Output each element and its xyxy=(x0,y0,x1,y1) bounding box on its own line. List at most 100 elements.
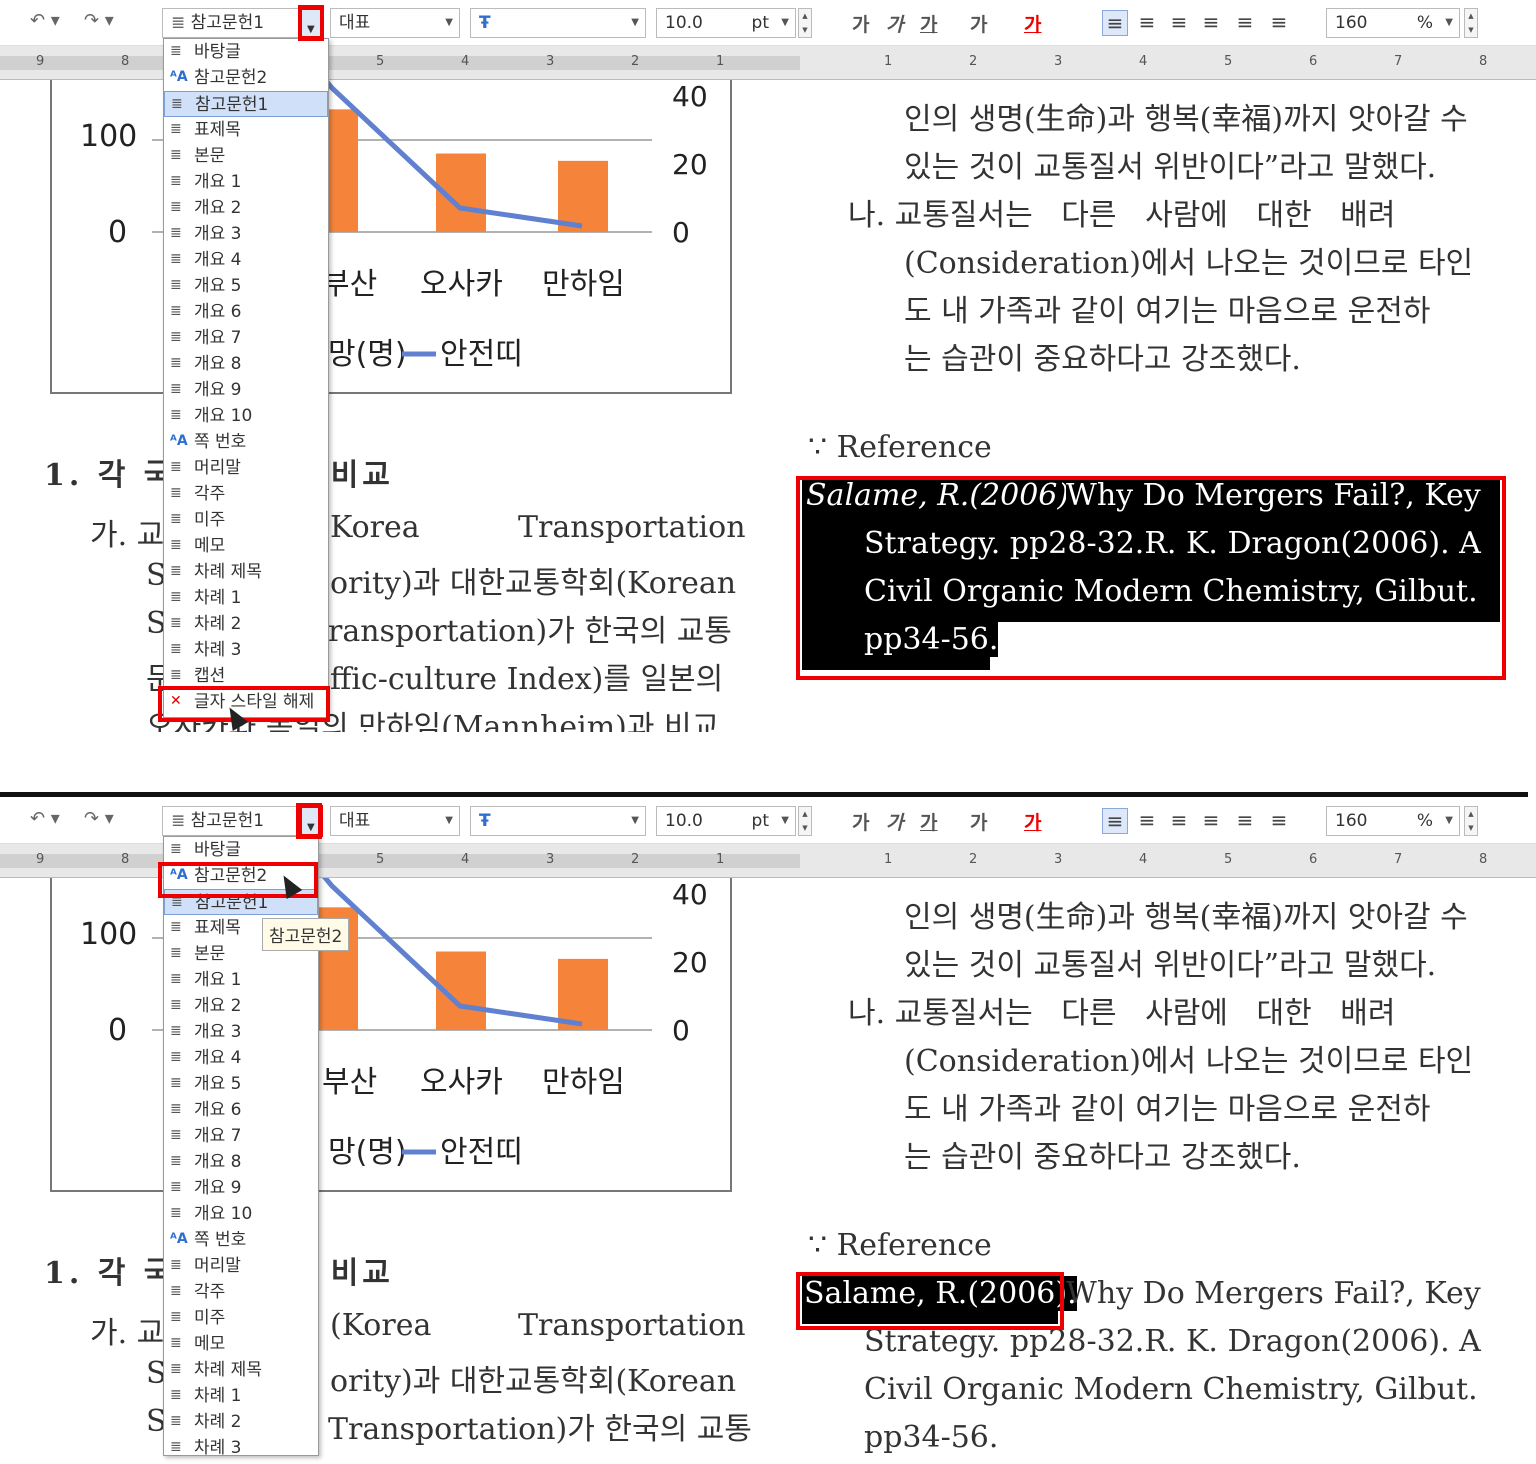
style-item[interactable]: ≣ 차례 2 xyxy=(164,1409,318,1435)
font-combo[interactable]: Ŧ ▼ xyxy=(470,806,646,836)
align-right-icon[interactable]: ≡ xyxy=(1198,808,1224,834)
align-center-icon[interactable]: ≡ xyxy=(1166,10,1192,36)
style-item[interactable]: ≣ 차례 제목 xyxy=(164,1357,318,1383)
para-line: 인의 생명(生命)과 행복(幸福)까지 앗아갈 수 xyxy=(904,102,1468,137)
bold-button[interactable]: 가 xyxy=(852,10,869,37)
font-size-field[interactable]: 10.0 pt ▼ xyxy=(656,8,796,38)
style-item[interactable]: ≣ 미주 xyxy=(164,1305,318,1331)
divide-icon[interactable]: ≡ xyxy=(1266,808,1292,834)
underline-button[interactable]: 가 xyxy=(920,808,937,835)
italic-button[interactable]: 가 xyxy=(886,808,903,835)
para-line: ffic-culture Index)를 일본의 xyxy=(330,662,724,697)
style-item[interactable]: ≣ 개요 7 xyxy=(164,1123,318,1149)
style-item[interactable]: ᴬA 쪽 번호 xyxy=(164,429,328,455)
style-item-label: 표제목 xyxy=(194,120,241,140)
style-item[interactable]: ≣ 미주 xyxy=(164,507,328,533)
para-line: 나. 교통질서는 다른 사람에 대한 배려 xyxy=(848,198,1396,233)
style-item[interactable]: ≣ 차례 제목 xyxy=(164,559,328,585)
align-left-icon[interactable]: ≡ xyxy=(1134,808,1160,834)
style-item[interactable]: ≣ 차례 2 xyxy=(164,611,328,637)
undo-icon[interactable]: ↶ ▾ xyxy=(30,10,60,38)
align-right-icon[interactable]: ≡ xyxy=(1198,10,1224,36)
align-justify-icon[interactable]: ≡ xyxy=(1102,808,1128,834)
style-item[interactable]: ≣ 바탕글 xyxy=(164,39,328,65)
strike-button[interactable]: 가 xyxy=(970,808,987,835)
chevron-down-icon: ▼ xyxy=(445,815,453,826)
style-dropdown-list[interactable]: ≣ 바탕글 ᴬA 참고문헌2 ≣ 참고문헌1 ≣ 표제목 ≣ 본문 ≣ 개요 1 ≣ 개요 2 ≣ 개요 3 ≣… xyxy=(163,38,329,718)
style-item[interactable]: ≣ 개요 4 xyxy=(164,1045,318,1071)
ruler-margin xyxy=(0,854,800,868)
style-item[interactable]: ≣ 개요 6 xyxy=(164,1097,318,1123)
para-line: 나. 교통질서는 다른 사람에 대한 배려 xyxy=(848,996,1396,1031)
align-left-icon[interactable]: ≡ xyxy=(1134,10,1160,36)
style-item[interactable]: ≣ 개요 5 xyxy=(164,273,328,299)
redo-icon[interactable]: ↷ ▾ xyxy=(84,10,114,38)
zoom-field[interactable]: 160% ▼ xyxy=(1326,806,1460,836)
font-combo[interactable]: Ŧ ▼ xyxy=(470,8,646,38)
style-item[interactable]: ᴬA 쪽 번호 xyxy=(164,1227,318,1253)
style-item[interactable]: ≣ 머리말 xyxy=(164,455,328,481)
font-lang-combo[interactable]: 대표 ▼ xyxy=(330,8,460,38)
align-justify-icon[interactable]: ≡ xyxy=(1102,10,1128,36)
style-item-label: 개요 3 xyxy=(194,1022,242,1042)
style-item[interactable]: ≣ 바탕글 xyxy=(164,837,318,863)
style-item[interactable]: ≣ 개요 8 xyxy=(164,351,328,377)
style-item[interactable]: ≣ 머리말 xyxy=(164,1253,318,1279)
style-item-label: 본문 xyxy=(194,146,226,166)
style-item[interactable]: ≣ 개요 10 xyxy=(164,1201,318,1227)
style-item[interactable]: ≣ 개요 3 xyxy=(164,1019,318,1045)
style-item[interactable]: ≣ 차례 3 xyxy=(164,1435,318,1455)
font-color-button[interactable]: 가 xyxy=(1024,10,1041,37)
font-color-button[interactable]: 가 xyxy=(1024,808,1041,835)
style-item[interactable]: ≣ 개요 2 xyxy=(164,993,318,1019)
style-item[interactable]: ≣ 개요 10 xyxy=(164,403,328,429)
style-item-label: 차례 3 xyxy=(194,640,242,660)
italic-button[interactable]: 가 xyxy=(886,10,903,37)
style-item[interactable]: ≣ 메모 xyxy=(164,533,328,559)
style-item[interactable]: ≣ 본문 xyxy=(164,143,328,169)
style-item[interactable]: ≣ 개요 2 xyxy=(164,195,328,221)
style-item[interactable]: ≣ 개요 3 xyxy=(164,221,328,247)
zoom-spinner[interactable]: ▲ ▼ xyxy=(1464,8,1478,38)
style-item[interactable]: ≣ 각주 xyxy=(164,481,328,507)
align-center-icon[interactable]: ≡ xyxy=(1166,808,1192,834)
style-item[interactable]: ≣ 각주 xyxy=(164,1279,318,1305)
style-icon: ≣ xyxy=(171,13,191,33)
font-size-spinner[interactable]: ▲ ▼ xyxy=(798,806,812,836)
underline-button[interactable]: 가 xyxy=(920,10,937,37)
style-item[interactable]: ≣ 차례 1 xyxy=(164,585,328,611)
style-item[interactable]: ≣ 개요 9 xyxy=(164,377,328,403)
font-lang-combo[interactable]: 대표 ▼ xyxy=(330,806,460,836)
redo-icon[interactable]: ↷ ▾ xyxy=(84,808,114,836)
style-item[interactable]: ≣ 개요 9 xyxy=(164,1175,318,1201)
style-item[interactable]: ≣ 차례 3 xyxy=(164,637,328,663)
style-item-label: 미주 xyxy=(194,510,226,530)
style-item[interactable]: ≣ 개요 8 xyxy=(164,1149,318,1175)
distribute-icon[interactable]: ≡ xyxy=(1232,808,1258,834)
distribute-icon[interactable]: ≡ xyxy=(1232,10,1258,36)
style-item[interactable]: ≣ 메모 xyxy=(164,1331,318,1357)
style-item[interactable]: ≣ 개요 6 xyxy=(164,299,328,325)
style-item[interactable]: ᴬA 참고문헌2 xyxy=(164,65,328,91)
font-size-spinner[interactable]: ▲ ▼ xyxy=(798,8,812,38)
style-item[interactable]: ≣ 개요 1 xyxy=(164,169,328,195)
highlight-box xyxy=(796,476,1506,680)
para-style-icon: ≣ xyxy=(170,1205,182,1221)
highlight-box xyxy=(296,803,322,839)
undo-icon[interactable]: ↶ ▾ xyxy=(30,808,60,836)
font-size-field[interactable]: 10.0 pt ▼ xyxy=(656,806,796,836)
para-style-icon: ≣ xyxy=(170,329,182,345)
style-item[interactable]: ≣ 표제목 xyxy=(164,117,328,143)
style-item[interactable]: ≣ 개요 5 xyxy=(164,1071,318,1097)
style-item[interactable]: ≣ 개요 1 xyxy=(164,967,318,993)
zoom-spinner[interactable]: ▲ ▼ xyxy=(1464,806,1478,836)
zoom-field[interactable]: 160% ▼ xyxy=(1326,8,1460,38)
divide-icon[interactable]: ≡ xyxy=(1266,10,1292,36)
style-item[interactable]: ≣ 참고문헌1 xyxy=(164,91,328,117)
style-item[interactable]: ≣ 개요 4 xyxy=(164,247,328,273)
style-item[interactable]: ≣ 개요 7 xyxy=(164,325,328,351)
bold-button[interactable]: 가 xyxy=(852,808,869,835)
ruler-number: 7 xyxy=(1394,852,1403,867)
style-item[interactable]: ≣ 차례 1 xyxy=(164,1383,318,1409)
strike-button[interactable]: 가 xyxy=(970,10,987,37)
